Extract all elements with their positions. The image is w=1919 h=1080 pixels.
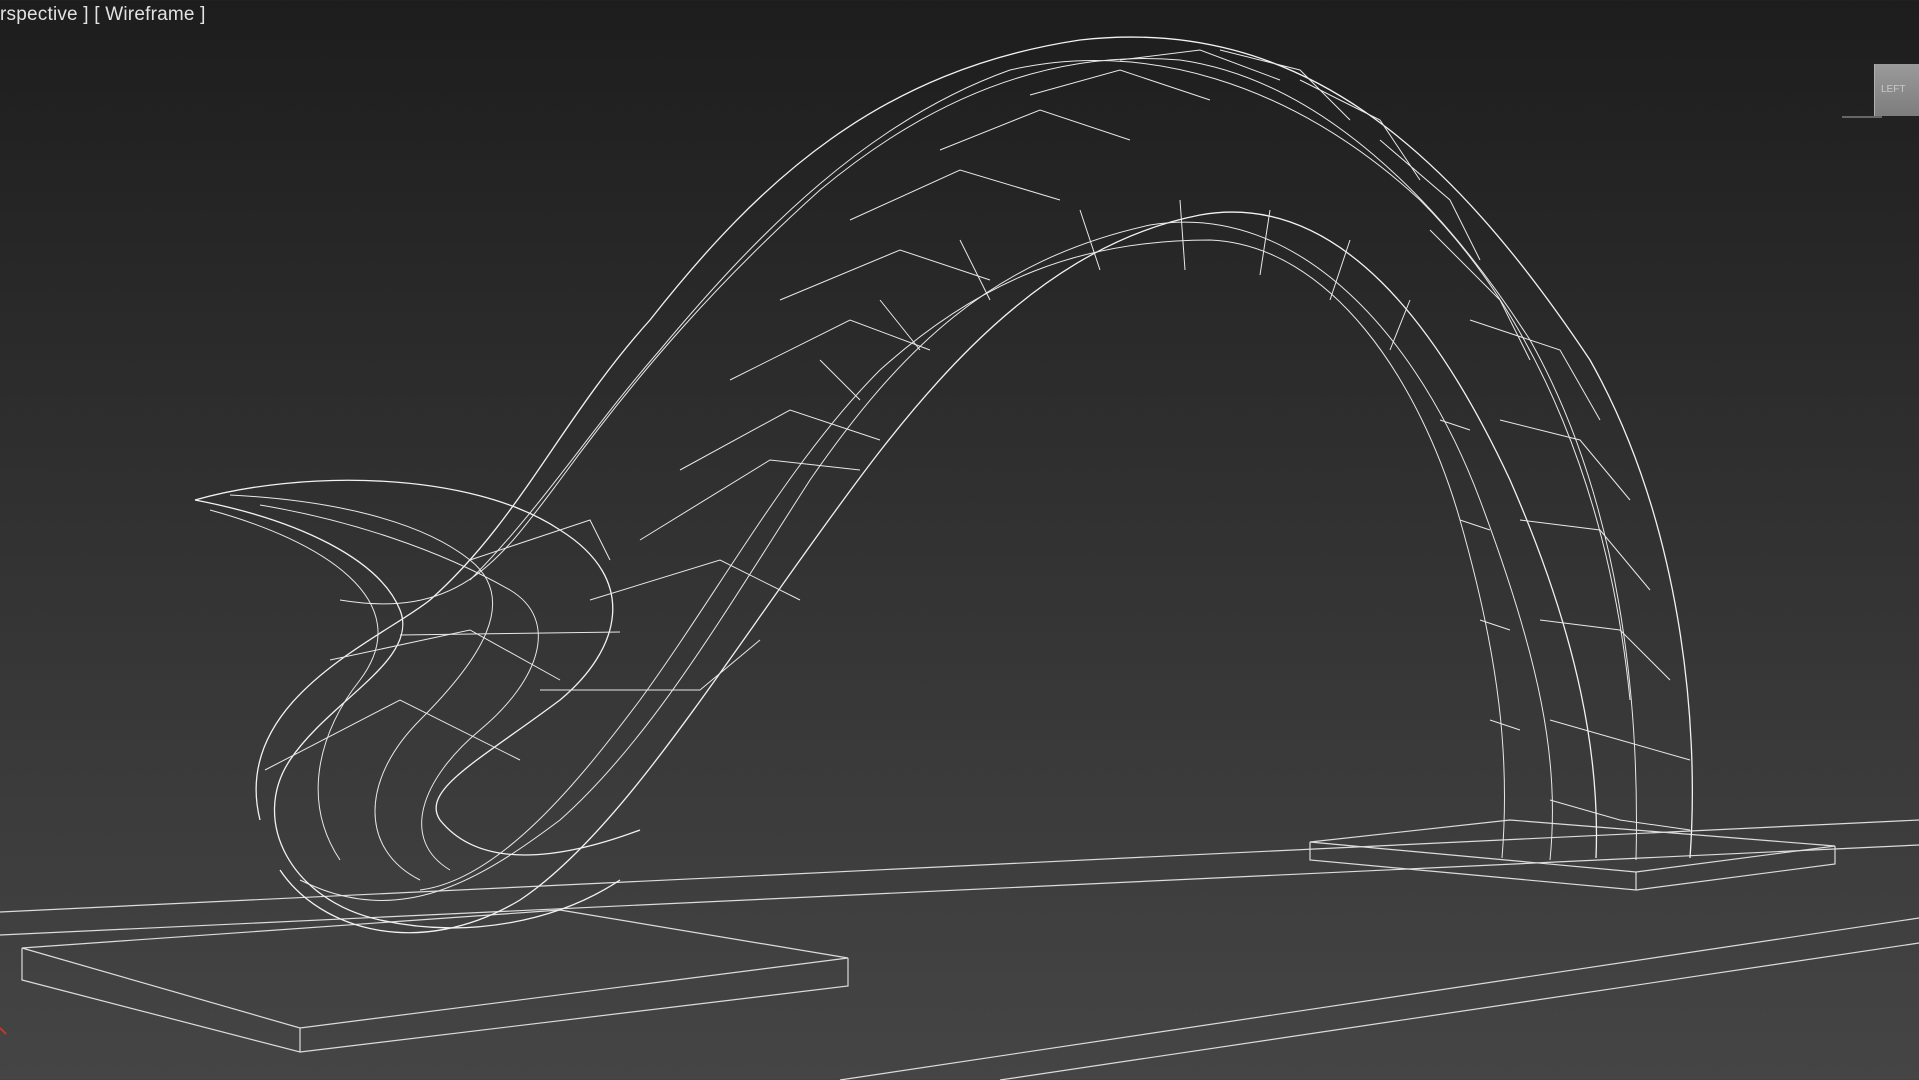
viewcube-icon[interactable]: LEFT — [1874, 64, 1919, 116]
arch-sculpture-mesh[interactable] — [194, 36, 1693, 934]
viewcube-base — [1842, 116, 1882, 118]
right-base-slab[interactable] — [1309, 819, 1836, 891]
viewport-shading-label[interactable]: [ Wireframe ] — [94, 4, 205, 25]
viewport-label: rspective ] [ Wireframe ] — [0, 4, 206, 26]
viewcube-face-label: LEFT — [1881, 84, 1906, 95]
viewport-view-label[interactable]: rspective ] — [0, 4, 89, 25]
axis-tripod-icon — [0, 1027, 7, 1035]
wireframe-scene[interactable] — [0, 0, 1919, 1080]
perspective-viewport[interactable]: rspective ] [ Wireframe ] LEFT — [0, 0, 1919, 1080]
